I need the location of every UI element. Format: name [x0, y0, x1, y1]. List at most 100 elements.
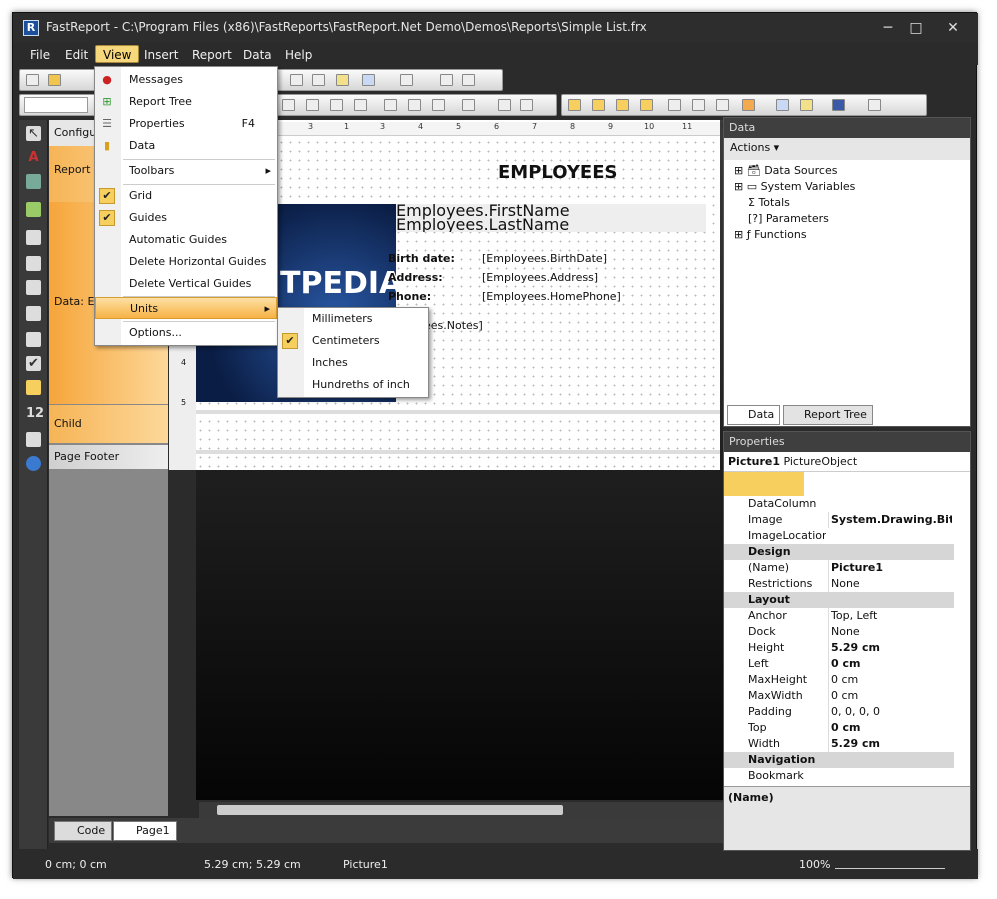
rich-text-icon[interactable]: [26, 332, 41, 347]
open-folder-icon[interactable]: [48, 74, 61, 86]
paste-icon[interactable]: [312, 74, 325, 86]
property-row[interactable]: Left 0 cm: [724, 656, 954, 672]
font-name-combo[interactable]: [24, 97, 88, 113]
text-object-icon[interactable]: A: [26, 150, 41, 165]
view-options[interactable]: Options...: [95, 322, 277, 344]
border-none-icon[interactable]: [692, 99, 705, 111]
property-row[interactable]: (Name) Picture1: [724, 560, 954, 576]
view-report-tree[interactable]: ⊞ Report Tree: [95, 91, 277, 113]
view-delete-horizontal-guides[interactable]: Delete Horizontal Guides: [95, 251, 277, 273]
undo-icon[interactable]: [362, 74, 375, 86]
close-button[interactable]: ✕: [941, 18, 965, 38]
copy-icon[interactable]: [290, 74, 303, 86]
border-all-icon[interactable]: [668, 99, 681, 111]
menu-insert[interactable]: Insert: [137, 46, 185, 64]
redo-icon[interactable]: [400, 74, 413, 86]
format-painter-icon[interactable]: [336, 74, 349, 86]
highlight-icon[interactable]: [498, 99, 511, 111]
address-field[interactable]: [Employees.Address]: [482, 271, 598, 284]
tree-system-variables[interactable]: ⊞ ▭ System Variables: [734, 180, 855, 193]
align-right-icon[interactable]: [330, 99, 343, 111]
tree-data-sources[interactable]: ⊞ 🗃 Data Sources: [734, 164, 837, 177]
property-row[interactable]: Top 0 cm: [724, 720, 954, 736]
view-grid[interactable]: ✔ Grid: [95, 185, 277, 207]
view-toolbars[interactable]: Toolbars ▸: [95, 160, 277, 182]
shape-object-icon[interactable]: [26, 202, 41, 217]
chart-object-icon[interactable]: [26, 380, 41, 395]
units-centimeters[interactable]: ✔ Centimeters: [278, 330, 428, 352]
align-bottom-icon[interactable]: [432, 99, 445, 111]
horizontal-scrollbar[interactable]: [199, 802, 723, 818]
units-inches[interactable]: Inches: [278, 352, 428, 374]
view-messages[interactable]: ● Messages: [95, 69, 277, 91]
frame-icon[interactable]: [776, 99, 789, 111]
birth-date-label[interactable]: Birth date:: [388, 252, 455, 265]
phone-label[interactable]: Phone:: [388, 290, 431, 303]
scroll-thumb[interactable]: [217, 805, 563, 815]
tree-parameters[interactable]: [?] Parameters: [748, 212, 829, 225]
view-properties[interactable]: ☰ Properties F4: [95, 113, 277, 135]
units-millimeters[interactable]: Millimeters: [278, 308, 428, 330]
line-color-icon[interactable]: [800, 99, 813, 111]
property-row[interactable]: DataColumn: [724, 496, 954, 512]
align-top-icon[interactable]: [384, 99, 397, 111]
zoom-slider[interactable]: [835, 859, 945, 869]
checkbox-object-icon[interactable]: ✔: [26, 356, 41, 371]
birth-date-field[interactable]: [Employees.BirthDate]: [482, 252, 607, 265]
border-bottom-icon[interactable]: [592, 99, 605, 111]
property-row[interactable]: Height 5.29 cm: [724, 640, 954, 656]
picture-object-icon[interactable]: [26, 174, 41, 189]
border-top-icon[interactable]: [568, 99, 581, 111]
matrix-object-icon[interactable]: [26, 280, 41, 295]
property-grid[interactable]: DataColumnImageSystem.Drawing.BitmImageL…: [724, 496, 970, 786]
units-hundredths-of-inch[interactable]: Hundreths of inch: [278, 374, 428, 396]
notes-field[interactable]: ees.Notes]: [424, 319, 483, 332]
menu-view[interactable]: View: [95, 45, 140, 63]
view-guides[interactable]: ✔ Guides: [95, 207, 277, 229]
menu-report[interactable]: Report: [185, 46, 239, 64]
property-row[interactable]: Anchor Top, Left: [724, 608, 954, 624]
border-left-icon[interactable]: [616, 99, 629, 111]
tab-data-panel[interactable]: Data: [727, 405, 781, 425]
tab-report-tree[interactable]: Report Tree: [783, 405, 873, 425]
view-units[interactable]: Units ▸: [95, 297, 277, 319]
pointer-icon[interactable]: ↖: [26, 126, 41, 141]
justify-icon[interactable]: [354, 99, 367, 111]
group-icon[interactable]: [440, 74, 453, 86]
menu-help[interactable]: Help: [278, 46, 319, 64]
phone-field[interactable]: [Employees.HomePhone]: [482, 290, 621, 303]
property-row[interactable]: Bookmark: [724, 768, 954, 784]
property-category[interactable]: Layout: [724, 592, 954, 608]
last-name-field[interactable]: Employees.LastName: [396, 217, 706, 233]
subreport-icon[interactable]: [26, 230, 41, 245]
map-object-icon[interactable]: [26, 456, 41, 471]
cellular-text-icon[interactable]: [26, 432, 41, 447]
text-color-icon[interactable]: [462, 99, 475, 111]
property-row[interactable]: Width 5.29 cm: [724, 736, 954, 752]
align-middle-icon[interactable]: [408, 99, 421, 111]
object-selector[interactable]: Picture1 PictureObject: [724, 452, 970, 472]
maximize-button[interactable]: □: [904, 18, 928, 38]
align-left-icon[interactable]: [282, 99, 295, 111]
line-style-icon[interactable]: [868, 99, 881, 111]
property-row[interactable]: ImageLocation: [724, 528, 954, 544]
property-row[interactable]: Restrictions None: [724, 576, 954, 592]
name-fields[interactable]: Employees.FirstName Employees.LastName: [396, 204, 706, 232]
border-right-icon[interactable]: [640, 99, 653, 111]
band-child[interactable]: Child: [49, 405, 168, 443]
menu-data[interactable]: Data: [236, 46, 279, 64]
tree-totals[interactable]: Σ Totals: [748, 196, 790, 209]
new-icon[interactable]: [26, 74, 39, 86]
data-actions-button[interactable]: Actions: [730, 141, 770, 154]
barcode-icon[interactable]: [26, 306, 41, 321]
property-category[interactable]: Design: [724, 544, 954, 560]
view-data[interactable]: ▮ Data: [95, 135, 277, 157]
view-automatic-guides[interactable]: Automatic Guides: [95, 229, 277, 251]
line-width-icon[interactable]: [832, 99, 845, 111]
property-category[interactable]: Navigation: [724, 752, 954, 768]
property-row[interactable]: ImageSystem.Drawing.Bitm: [724, 512, 954, 528]
minimize-button[interactable]: ─: [876, 18, 900, 38]
tree-functions[interactable]: ⊞ ƒ Functions: [734, 228, 807, 241]
align-center-icon[interactable]: [306, 99, 319, 111]
menu-edit[interactable]: Edit: [58, 46, 95, 64]
